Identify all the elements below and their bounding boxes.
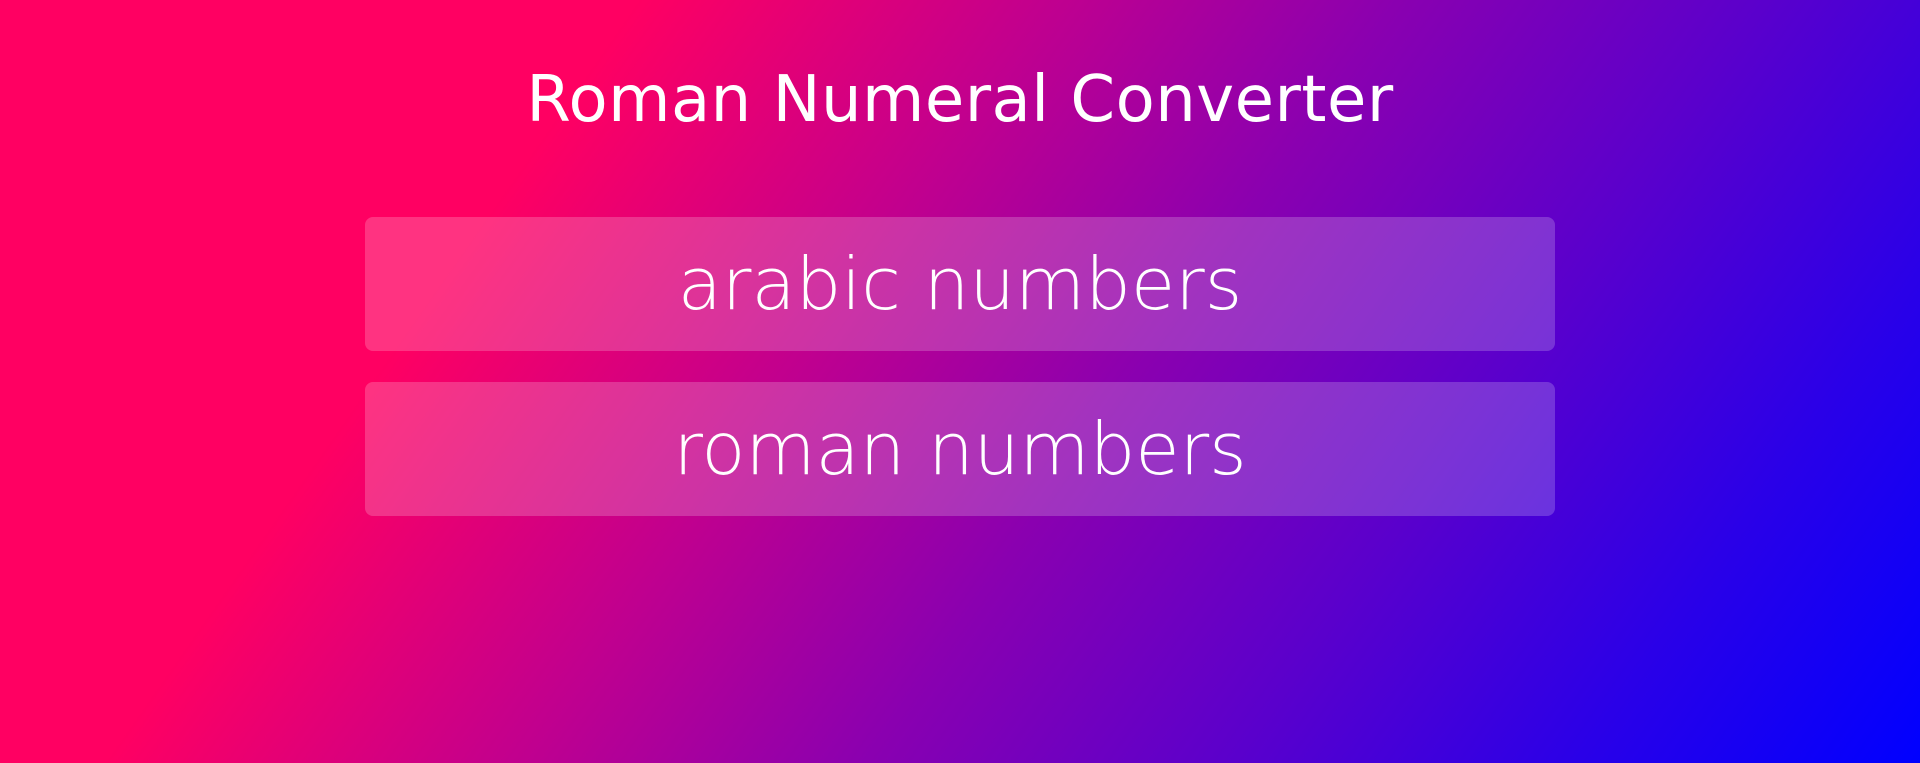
page-title: Roman Numeral Converter <box>526 63 1394 137</box>
converter-app: Roman Numeral Converter <box>0 0 1920 763</box>
arabic-number-input[interactable] <box>365 217 1555 351</box>
roman-number-input[interactable] <box>365 382 1555 516</box>
